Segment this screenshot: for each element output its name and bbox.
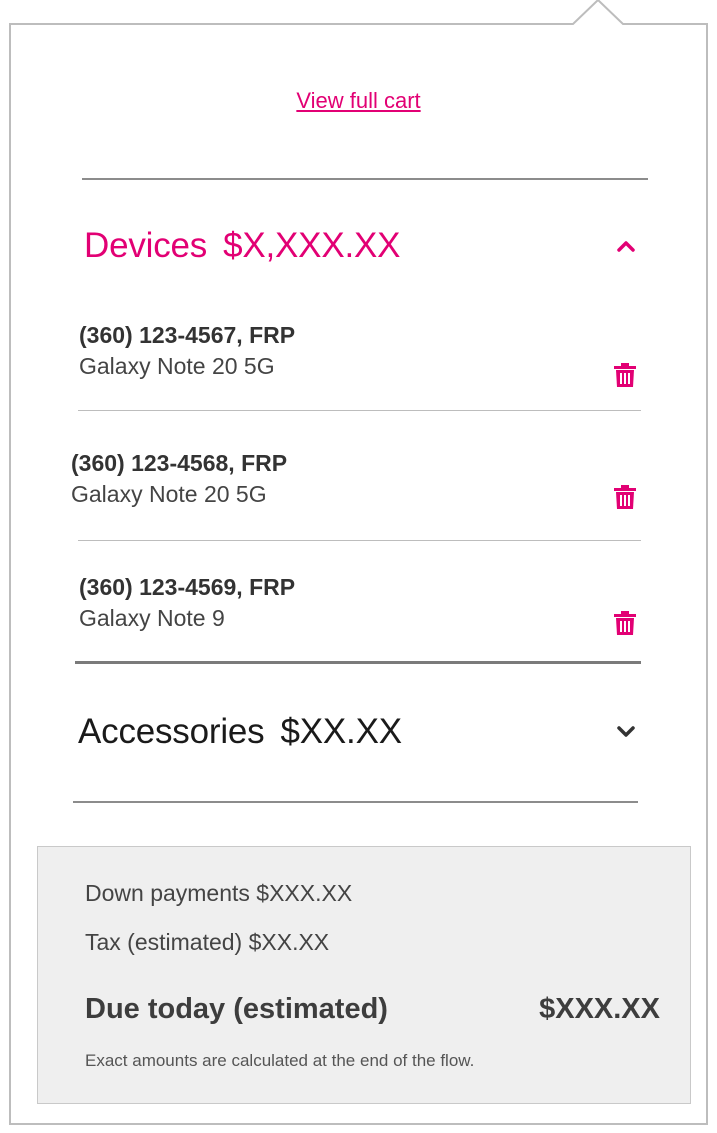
due-today-amount: $XXX.XX <box>539 993 660 1025</box>
disclaimer-note: Exact amounts are calculated at the end … <box>85 1051 475 1070</box>
trash-icon[interactable] <box>613 610 637 636</box>
view-full-cart-link[interactable]: View full cart <box>0 88 717 114</box>
divider <box>82 178 648 180</box>
divider <box>78 410 641 411</box>
device-model: Galaxy Note 9 <box>79 605 225 631</box>
due-today-label: Due today (estimated) <box>85 993 388 1025</box>
accessories-section-header[interactable]: Accessories $XX.XX <box>78 712 637 752</box>
devices-section-header[interactable]: Devices $X,XXX.XX <box>84 226 637 266</box>
accessories-section-title: Accessories $XX.XX <box>78 712 402 752</box>
chevron-up-icon[interactable] <box>615 235 637 257</box>
device-model: Galaxy Note 20 5G <box>71 481 267 507</box>
order-summary-box: Down payments $XXX.XX Tax (estimated) $X… <box>37 846 691 1104</box>
accessories-amount: $XX.XX <box>280 712 402 751</box>
divider <box>78 540 641 541</box>
device-model: Galaxy Note 20 5G <box>79 353 275 379</box>
device-line-number: (360) 123-4567, FRP <box>79 322 296 348</box>
device-line-number: (360) 123-4568, FRP <box>71 450 288 476</box>
devices-label: Devices <box>84 226 208 265</box>
devices-section-title: Devices $X,XXX.XX <box>84 226 400 266</box>
devices-amount: $X,XXX.XX <box>223 226 401 265</box>
divider <box>75 661 641 664</box>
divider <box>73 801 638 803</box>
accessories-label: Accessories <box>78 712 265 751</box>
due-today-row: Due today (estimated) $XXX.XX <box>85 993 660 1026</box>
chevron-down-icon[interactable] <box>615 721 637 743</box>
trash-icon[interactable] <box>613 362 637 388</box>
down-payments-line: Down payments $XXX.XX <box>85 880 353 906</box>
trash-icon[interactable] <box>613 484 637 510</box>
device-line-number: (360) 123-4569, FRP <box>79 574 296 600</box>
tax-line: Tax (estimated) $XX.XX <box>85 929 330 955</box>
